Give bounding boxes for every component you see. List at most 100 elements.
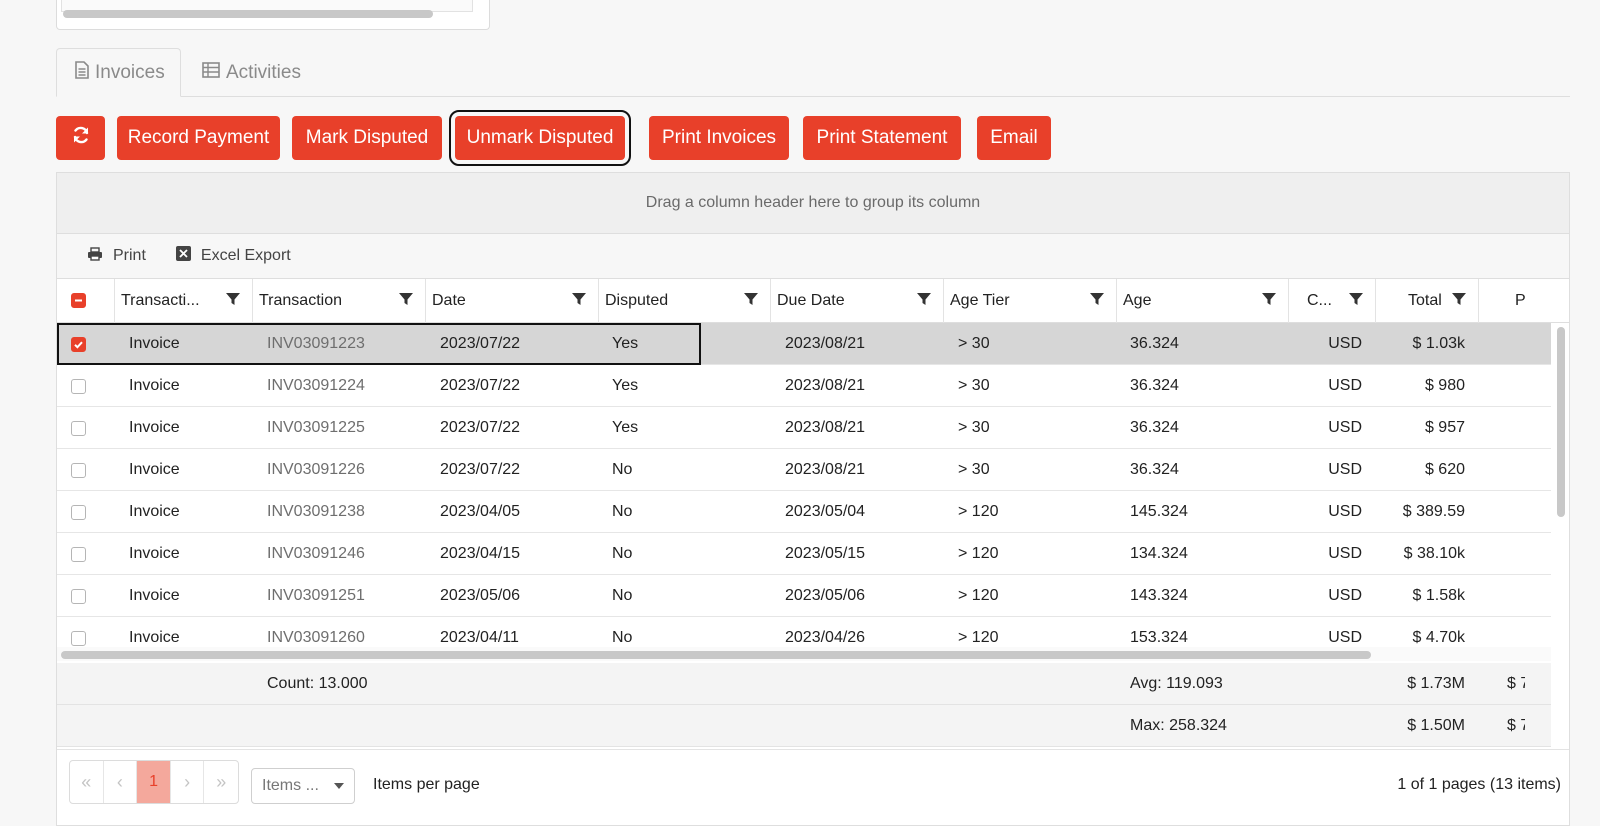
items-per-page-select[interactable]: Items ... (251, 768, 355, 804)
chevron-down-icon (334, 783, 344, 789)
filter-icon[interactable] (1452, 292, 1466, 311)
record-payment-button[interactable]: Record Payment (117, 116, 280, 160)
column-title: Age (1123, 292, 1152, 309)
cell-due-date: 2023/08/21 (785, 419, 866, 436)
column-header-due-date[interactable]: Due Date (771, 279, 944, 323)
column-header-disputed[interactable]: Disputed (599, 279, 771, 323)
prev-page-button[interactable]: ‹ (104, 761, 138, 803)
cell-age-tier: > 120 (958, 503, 999, 520)
table-row[interactable]: Invoice INV03091226 2023/07/22 No 2023/0… (57, 449, 1551, 491)
tab-activities[interactable]: Activities (184, 48, 319, 97)
cell-transaction-link[interactable]: INV03091225 (267, 407, 365, 449)
upper-panel-scrollbar[interactable] (63, 10, 433, 18)
column-header-transaction-type[interactable]: Transacti... (115, 279, 253, 323)
cell-disputed: Yes (612, 335, 639, 352)
table-row[interactable]: Invoice INV03091223 2023/07/22 Yes 2023/… (57, 323, 1551, 365)
print-invoices-button[interactable]: Print Invoices (649, 116, 789, 160)
invoices-grid: Drag a column header here to group its c… (56, 172, 1570, 826)
excel-export-tool[interactable]: Excel Export (175, 246, 291, 266)
filter-icon[interactable] (1262, 292, 1276, 311)
column-title: Transacti... (121, 292, 200, 309)
row-checkbox[interactable] (71, 547, 86, 562)
vertical-scrollbar-thumb[interactable] (1557, 327, 1565, 517)
next-page-button[interactable]: › (171, 761, 205, 803)
column-title: Disputed (605, 292, 669, 309)
cell-total: $ 38.10k (1403, 545, 1465, 562)
cell-transaction-link[interactable]: INV03091246 (267, 533, 365, 575)
filter-icon[interactable] (226, 292, 240, 311)
aggregate-row-1: Count: 13.000 Avg: 119.093 $ 1.73M $ 7 (57, 663, 1551, 705)
last-page-button[interactable]: » (204, 761, 238, 803)
pager-info: 1 of 1 pages (13 items) (1397, 776, 1561, 793)
cell-transaction-link[interactable]: INV03091251 (267, 575, 365, 617)
column-header-age-tier[interactable]: Age Tier (944, 279, 1117, 323)
column-title: Age Tier (950, 292, 1010, 309)
pager: « ‹ 1 › » Items ... Items per page 1 of … (57, 749, 1569, 825)
cell-currency: USD (1328, 461, 1362, 478)
unmark-disputed-button[interactable]: Unmark Disputed (449, 110, 631, 166)
horizontal-scrollbar-thumb[interactable] (61, 651, 1371, 659)
table-row[interactable]: Invoice INV03091251 2023/05/06 No 2023/0… (57, 575, 1551, 617)
table-row[interactable]: Invoice INV03091225 2023/07/22 Yes 2023/… (57, 407, 1551, 449)
column-title: Date (432, 292, 466, 309)
email-button[interactable]: Email (977, 116, 1051, 160)
column-header-currency[interactable]: C... (1289, 279, 1376, 323)
cell-transaction-link[interactable]: INV03091223 (267, 323, 365, 365)
table-row[interactable]: Invoice INV03091246 2023/04/15 No 2023/0… (57, 533, 1551, 575)
table-row[interactable]: Invoice INV03091224 2023/07/22 Yes 2023/… (57, 365, 1551, 407)
cell-date: 2023/07/22 (440, 335, 521, 352)
print-tool[interactable]: Print (87, 246, 146, 266)
refresh-button[interactable] (56, 116, 105, 160)
group-panel[interactable]: Drag a column header here to group its c… (57, 173, 1569, 234)
refresh-icon (71, 125, 91, 151)
filter-icon[interactable] (1349, 292, 1363, 311)
column-title: C... (1307, 292, 1332, 309)
tab-invoices[interactable]: Invoices (56, 48, 181, 97)
filter-icon[interactable] (572, 292, 586, 311)
cell-age-tier: > 30 (958, 335, 990, 352)
cell-type: Invoice (129, 503, 180, 520)
filter-icon[interactable] (399, 292, 413, 311)
cell-date: 2023/05/06 (440, 587, 521, 604)
cell-total: $ 389.59 (1402, 503, 1465, 520)
column-header-age[interactable]: Age (1117, 279, 1289, 323)
row-checkbox[interactable] (71, 337, 86, 352)
print-statement-button[interactable]: Print Statement (803, 116, 961, 160)
row-checkbox[interactable] (71, 421, 86, 436)
cell-age: 143.324 (1130, 587, 1188, 604)
row-checkbox[interactable] (71, 463, 86, 478)
cell-transaction-link[interactable]: INV03091224 (267, 365, 365, 407)
cell-currency: USD (1328, 377, 1362, 394)
cell-transaction-link[interactable]: INV03091238 (267, 491, 365, 533)
column-header-total[interactable]: Total (1376, 279, 1479, 323)
cell-age-tier: > 30 (958, 461, 990, 478)
page-number-button[interactable]: 1 (137, 761, 171, 803)
row-checkbox[interactable] (71, 379, 86, 394)
row-checkbox[interactable] (71, 505, 86, 520)
cell-disputed: No (612, 545, 633, 562)
first-page-button[interactable]: « (70, 761, 104, 803)
filter-icon[interactable] (744, 292, 758, 311)
mark-disputed-button[interactable]: Mark Disputed (292, 116, 442, 160)
filter-icon[interactable] (1090, 292, 1104, 311)
group-panel-hint: Drag a column header here to group its c… (645, 194, 981, 211)
cell-type: Invoice (129, 419, 180, 436)
select-all-checkbox[interactable] (71, 293, 86, 308)
column-header-p[interactable]: P (1479, 279, 1569, 323)
row-checkbox[interactable] (71, 589, 86, 604)
column-header-date[interactable]: Date (426, 279, 599, 323)
table-row[interactable]: Invoice INV03091238 2023/04/05 No 2023/0… (57, 491, 1551, 533)
cell-age: 36.324 (1130, 377, 1179, 394)
filter-icon[interactable] (917, 292, 931, 311)
cell-transaction-link[interactable]: INV03091226 (267, 449, 365, 491)
cell-disputed: No (612, 461, 633, 478)
cell-age-tier: > 30 (958, 419, 990, 436)
cell-total: $ 1.58k (1412, 587, 1465, 604)
upper-panel (56, 0, 490, 30)
aggregate-row-2: Max: 258.324 $ 1.50M $ 7 (57, 705, 1551, 747)
column-header-transaction[interactable]: Transaction (253, 279, 426, 323)
document-icon (75, 60, 89, 85)
row-checkbox[interactable] (71, 631, 86, 646)
cell-currency: USD (1328, 335, 1362, 352)
cell-type: Invoice (129, 377, 180, 394)
